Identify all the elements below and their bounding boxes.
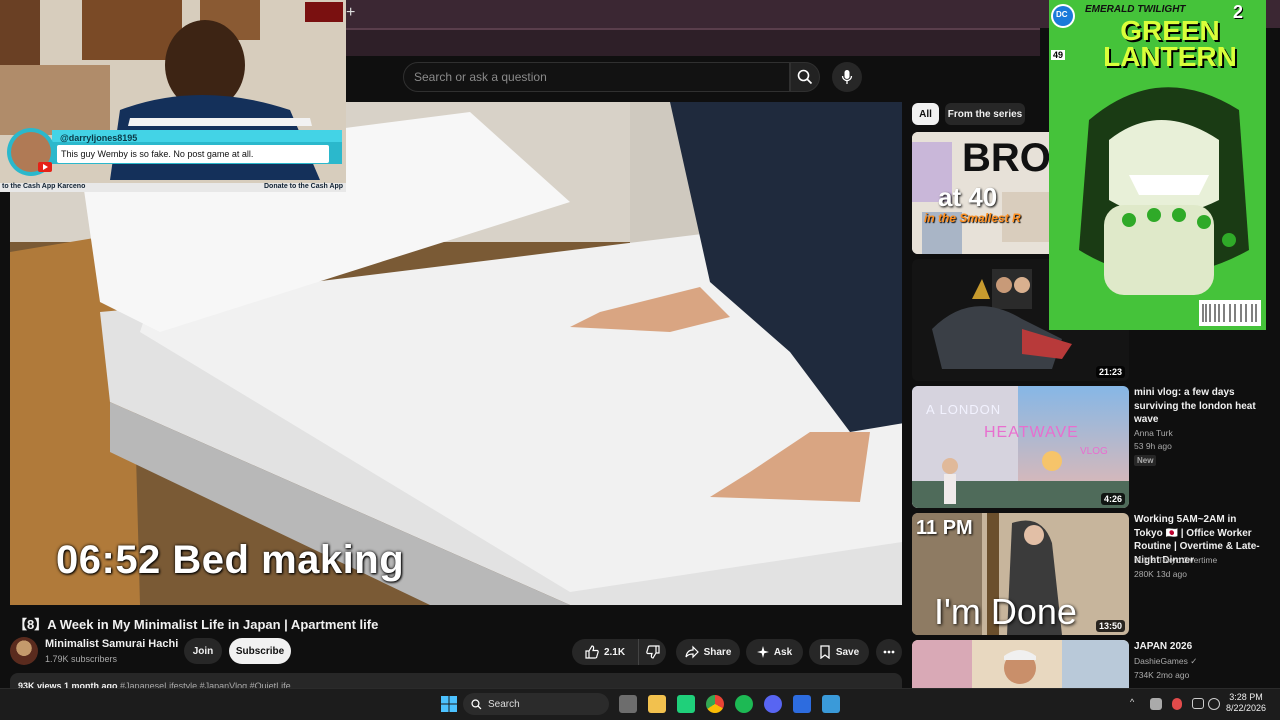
- chat-username: @darryljones8195: [60, 133, 138, 143]
- new-tab-button[interactable]: +: [346, 4, 355, 22]
- search-icon: [797, 69, 813, 85]
- recommendation-thumbnail[interactable]: A LONDON HEATWAVE VLOG 4:26: [912, 386, 1129, 508]
- new-badge: New: [1134, 455, 1157, 466]
- video-caption: 06:52 Bed making: [56, 538, 405, 582]
- like-button[interactable]: 2.1K: [572, 639, 638, 665]
- recommendation-title[interactable]: JAPAN 2026: [1134, 640, 1262, 654]
- windows-taskbar: [0, 688, 1280, 720]
- thumbnail-text: HEATWAVE: [984, 424, 1079, 441]
- file-explorer-icon[interactable]: [648, 695, 666, 713]
- ask-button[interactable]: Ask: [746, 639, 803, 665]
- search-input[interactable]: Search or ask a question: [403, 62, 790, 92]
- ask-label: Ask: [773, 646, 793, 658]
- donation-ticker: to the Cash App Karceno Donate to the Ca…: [0, 183, 346, 192]
- task-view-icon[interactable]: [619, 695, 637, 713]
- microphone-icon[interactable]: [1172, 698, 1182, 710]
- volume-icon[interactable]: [1208, 698, 1220, 710]
- like-count: 2.1K: [603, 646, 626, 658]
- save-button[interactable]: Save: [809, 639, 869, 665]
- thumbs-down-icon: [645, 645, 660, 659]
- thumbnail-text: 11 PM: [916, 517, 973, 539]
- taskbar-search[interactable]: Search: [463, 693, 609, 715]
- recommendation-thumbnail[interactable]: 11 PM I'm Done 13:50: [912, 513, 1129, 635]
- video-title: 【8】A Week in My Minimalist Life in Japan…: [14, 617, 379, 632]
- thumbnail-text: at 40: [938, 182, 998, 212]
- recommendation-meta: 53 9h ago: [1134, 441, 1172, 451]
- more-icon: [883, 650, 895, 654]
- discord-icon[interactable]: [764, 695, 782, 713]
- search-button[interactable]: [790, 62, 820, 92]
- recommendation-channel[interactable]: Anna Turk: [1134, 428, 1173, 438]
- video-duration: 4:26: [1100, 493, 1125, 505]
- subscriber-count: 1.79K subscribers: [45, 654, 118, 664]
- photos-icon[interactable]: [822, 695, 840, 713]
- video-duration: 13:50: [1095, 620, 1125, 632]
- tray-app-icon[interactable]: [1150, 698, 1162, 710]
- sparkle-icon: [756, 646, 769, 658]
- dc-logo: DC: [1056, 10, 1068, 19]
- save-label: Save: [835, 646, 860, 658]
- comic-top-line: EMERALD TWILIGHT: [1085, 4, 1186, 15]
- recommendation-thumbnail[interactable]: [912, 640, 1129, 688]
- comic-cover-overlay: DC EMERALD TWILIGHT 2 GREEN LANTERN 49: [1049, 0, 1266, 330]
- taskbar-search-label: Search: [488, 698, 520, 710]
- voice-search-button[interactable]: [832, 62, 862, 92]
- recommendation-title[interactable]: mini vlog: a few days surviving the lond…: [1134, 386, 1262, 427]
- recommendation-meta: 280K 13d ago: [1134, 569, 1187, 579]
- subscribe-button[interactable]: Subscribe: [229, 638, 291, 664]
- channel-avatar[interactable]: [10, 637, 38, 665]
- recommendation-channel[interactable]: Yuki's Tokyo Overtime: [1134, 555, 1217, 565]
- chrome-icon[interactable]: [706, 695, 724, 713]
- system-clock[interactable]: 3:28 PM 8/22/2026: [1224, 692, 1268, 714]
- thumbs-up-icon: [585, 645, 599, 659]
- join-button[interactable]: Join: [184, 638, 222, 664]
- spotify-icon[interactable]: [735, 695, 753, 713]
- clock-date: 8/22/2026: [1225, 703, 1267, 713]
- tray-chevron-icon[interactable]: ^: [1130, 697, 1134, 707]
- thumbnail-text: VLOG: [1080, 446, 1108, 457]
- share-label: Share: [703, 646, 732, 658]
- browser-icon[interactable]: [793, 695, 811, 713]
- share-button[interactable]: Share: [676, 639, 740, 665]
- more-actions-button[interactable]: [876, 639, 902, 665]
- mic-icon: [841, 70, 853, 84]
- windows-start-icon[interactable]: [440, 695, 458, 713]
- ticker-right-text: Donate to the Cash App: [264, 183, 344, 190]
- video-duration: 21:23: [1095, 366, 1125, 378]
- comic-title: GREEN LANTERN: [1103, 15, 1237, 72]
- thumbnail-image: [912, 640, 1129, 688]
- app-icon[interactable]: [677, 695, 695, 713]
- recommendation-channel[interactable]: DashieGames ✓: [1134, 656, 1197, 667]
- chip-all[interactable]: All: [912, 103, 939, 125]
- bookmark-icon: [820, 645, 830, 659]
- chip-from-the-series[interactable]: From the series: [945, 103, 1025, 125]
- thumbnail-text: I'm Done: [934, 591, 1077, 632]
- share-icon: [684, 645, 699, 659]
- chat-message-text: This guy Wemby is so fake. No post game …: [57, 145, 329, 163]
- channel-name[interactable]: Minimalist Samurai Hachi: [45, 638, 178, 650]
- thumbnail-text: in the Smallest R: [924, 211, 1021, 225]
- dislike-button[interactable]: [638, 639, 666, 665]
- ticker-left-text: to the Cash App Karceno: [2, 183, 86, 190]
- display-icon[interactable]: [1192, 698, 1204, 709]
- thumbnail-text: BRO: [962, 136, 1051, 180]
- search-icon: [471, 698, 482, 709]
- clock-time: 3:28 PM: [1229, 692, 1263, 702]
- recommendation-meta: 734K 2mo ago: [1134, 670, 1190, 680]
- thumbnail-text: A LONDON: [926, 402, 1002, 417]
- comic-issue: 49: [1051, 50, 1065, 60]
